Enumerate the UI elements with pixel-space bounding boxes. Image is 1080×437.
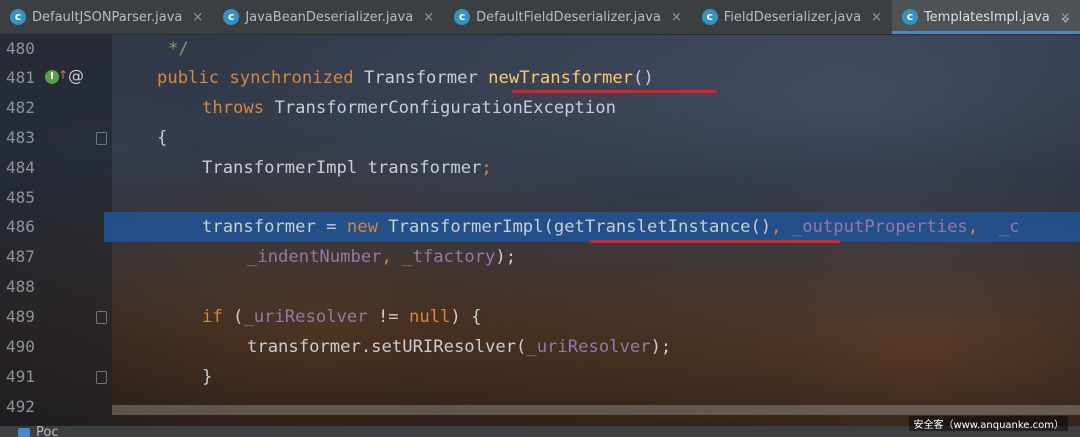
tab-fielddeserializer[interactable]: c FieldDeserializer.java × bbox=[692, 0, 892, 34]
annotation-underline bbox=[512, 90, 717, 93]
punctuation: ); bbox=[495, 247, 517, 267]
code-text[interactable]: throws TransformerConfigurationException bbox=[202, 93, 616, 123]
line-number: 484 bbox=[6, 158, 35, 177]
code-line: 485 bbox=[0, 183, 1080, 213]
tab-defaultfielddeserializer[interactable]: c DefaultFieldDeserializer.java × bbox=[444, 0, 692, 34]
class-icon: c bbox=[454, 9, 471, 25]
line-number: 487 bbox=[6, 247, 35, 266]
method-call: getTransletInstance() bbox=[553, 217, 772, 237]
type-name: TransformerImpl transformer bbox=[202, 158, 482, 178]
code-line: 482 throws TransformerConfigurationExcep… bbox=[0, 93, 1080, 123]
line-number: 485 bbox=[6, 188, 35, 207]
close-icon[interactable]: × bbox=[192, 10, 203, 25]
punctuation: , bbox=[967, 217, 999, 237]
keyword: if bbox=[202, 307, 223, 327]
tab-overflow-icon[interactable]: ⌄ bbox=[1061, 7, 1070, 25]
line-number: 480 bbox=[6, 39, 35, 58]
fold-marker-icon[interactable] bbox=[96, 371, 107, 384]
keyword: throws bbox=[202, 98, 265, 118]
line-number: 481 bbox=[6, 68, 35, 87]
code-line: 489 if (_uriResolver != null) { bbox=[0, 302, 1080, 332]
class-icon: c bbox=[223, 9, 240, 25]
tab-label: FieldDeserializer.java bbox=[723, 9, 862, 25]
method-name: newTransformer bbox=[488, 68, 634, 88]
close-icon[interactable]: × bbox=[671, 10, 682, 25]
line-number: 483 bbox=[6, 128, 35, 147]
punctuation: , bbox=[381, 247, 403, 267]
field-name: _outputProperties bbox=[791, 217, 968, 237]
code-text[interactable]: transformer = new TransformerImpl(getTra… bbox=[202, 212, 1020, 242]
run-icon bbox=[18, 428, 30, 437]
code-text[interactable]: } bbox=[202, 362, 212, 392]
line-number: 486 bbox=[6, 217, 35, 236]
tab-label: JavaBeanDeserializer.java bbox=[245, 9, 414, 25]
horizontal-scrollbar[interactable] bbox=[112, 405, 1080, 415]
code-text[interactable]: _indentNumber, _tfactory); bbox=[247, 242, 516, 272]
fold-marker-icon[interactable] bbox=[96, 311, 107, 324]
code-text[interactable]: { bbox=[157, 123, 167, 153]
punctuation: ; bbox=[481, 158, 492, 178]
keyword: new bbox=[346, 217, 378, 237]
code-line: 483 { bbox=[0, 123, 1080, 153]
code-line: 491 } bbox=[0, 362, 1080, 392]
line-number: 488 bbox=[6, 277, 35, 296]
code-text[interactable]: TransformerImpl transformer; bbox=[202, 153, 492, 183]
code-line: 487 _indentNumber, _tfactory); bbox=[0, 242, 1080, 272]
punctuation: () bbox=[633, 68, 654, 88]
code-token: ( bbox=[222, 307, 244, 327]
code-token: != bbox=[367, 307, 409, 327]
field-name: _uriResolver bbox=[243, 307, 368, 327]
fold-marker-icon[interactable] bbox=[96, 132, 107, 145]
tab-label: DefaultFieldDeserializer.java bbox=[476, 9, 661, 25]
code-token: ); bbox=[650, 337, 672, 357]
class-icon: c bbox=[901, 9, 918, 25]
tab-label: DefaultJSONParser.java bbox=[32, 9, 183, 25]
line-number: 492 bbox=[6, 397, 35, 416]
code-text[interactable]: */ bbox=[168, 34, 189, 64]
code-token: transformer = bbox=[202, 217, 347, 237]
field-name: _indentNumber bbox=[247, 247, 382, 267]
tab-label: TemplatesImpl.java bbox=[923, 9, 1050, 25]
code-text[interactable]: public synchronized Transformer newTrans… bbox=[157, 63, 654, 93]
code-token: transformer.setURIResolver( bbox=[247, 337, 527, 357]
tab-templatesimpl[interactable]: c TemplatesImpl.java × bbox=[891, 0, 1080, 34]
line-number: 491 bbox=[6, 367, 35, 386]
line-number: 490 bbox=[6, 337, 35, 356]
code-token: ) { bbox=[450, 307, 482, 327]
close-icon[interactable]: × bbox=[423, 10, 434, 25]
class-icon: c bbox=[701, 9, 718, 25]
code-text[interactable]: if (_uriResolver != null) { bbox=[202, 302, 481, 332]
field-name: _tfactory bbox=[402, 247, 496, 267]
watermark: 安全客（www.anquanke.com） bbox=[909, 416, 1068, 431]
keyword: public synchronized bbox=[157, 68, 354, 88]
field-name: _c bbox=[998, 217, 1020, 237]
code-line: 480 */ bbox=[0, 34, 1080, 64]
code-line: 490 transformer.setURIResolver(_uriResol… bbox=[0, 332, 1080, 362]
tab-defaultjsonparser[interactable]: c DefaultJSONParser.java × bbox=[0, 0, 213, 34]
field-name: _uriResolver bbox=[526, 337, 651, 357]
run-tab-poc[interactable]: Poc bbox=[18, 426, 58, 437]
run-tab-label: Poc bbox=[36, 426, 59, 437]
tab-javabeandeserializer[interactable]: c JavaBeanDeserializer.java × bbox=[213, 0, 444, 34]
keyword: null bbox=[409, 307, 451, 327]
code-line: 484 TransformerImpl transformer; bbox=[0, 153, 1080, 183]
code-line: 488 bbox=[0, 272, 1080, 302]
close-icon[interactable]: × bbox=[871, 10, 882, 25]
type-name: TransformerConfigurationException bbox=[274, 98, 616, 118]
line-number: 489 bbox=[6, 307, 35, 326]
class-icon: c bbox=[10, 9, 26, 25]
annotation-underline bbox=[590, 240, 840, 243]
code-line-current: 486 transformer = new TransformerImpl(ge… bbox=[0, 212, 1080, 242]
type-name: Transformer bbox=[363, 68, 478, 88]
editor-tab-bar: c DefaultJSONParser.java × c JavaBeanDes… bbox=[0, 0, 1080, 35]
code-token: TransformerImpl( bbox=[377, 217, 554, 237]
code-line: 481 public synchronized Transformer newT… bbox=[0, 63, 1080, 93]
code-text[interactable]: transformer.setURIResolver(_uriResolver)… bbox=[247, 332, 671, 362]
line-number: 482 bbox=[6, 98, 35, 117]
punctuation: , bbox=[771, 217, 792, 237]
